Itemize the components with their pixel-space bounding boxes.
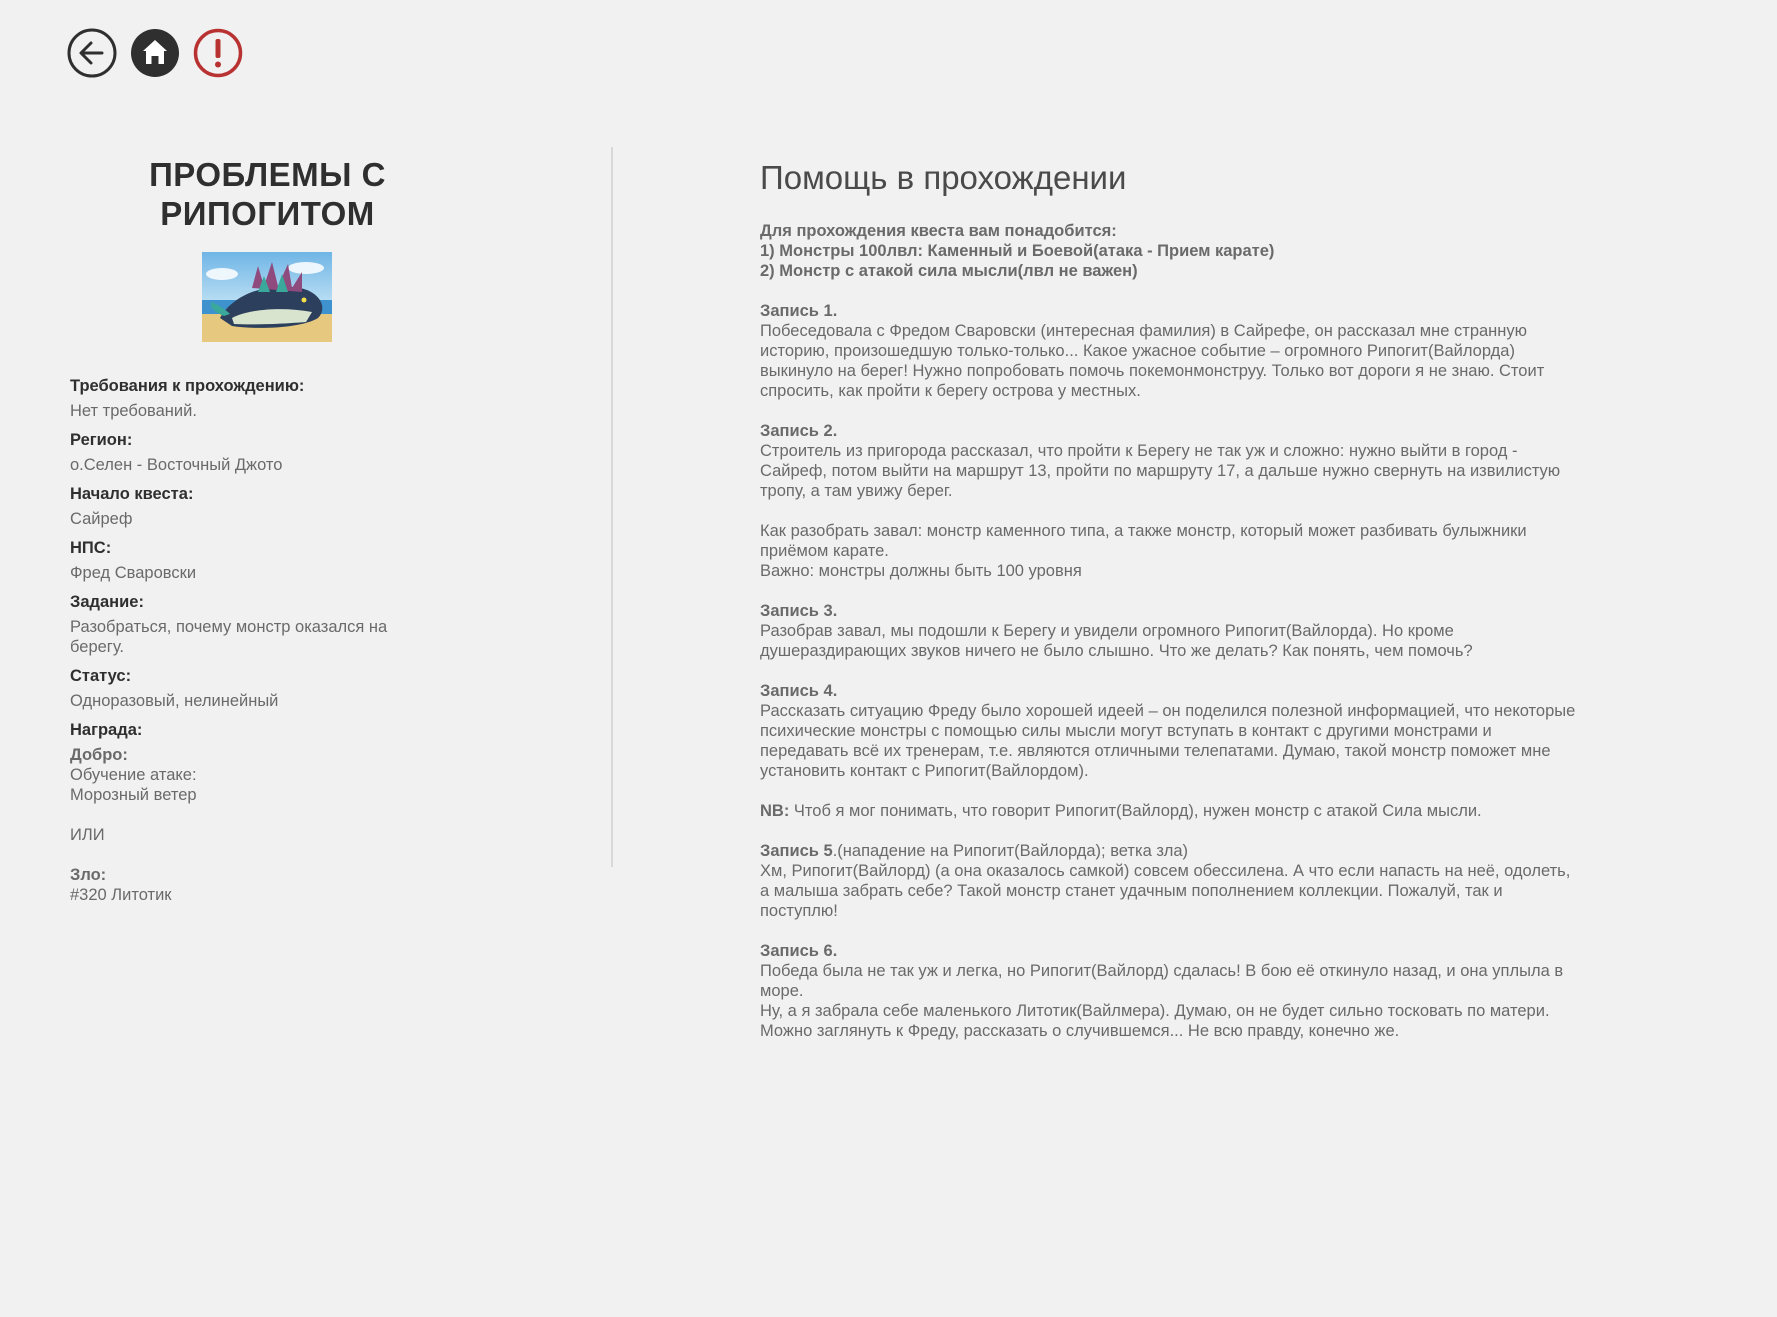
walkthrough-title: Помощь в прохождении bbox=[760, 159, 1127, 196]
info-label: Статус: bbox=[70, 667, 132, 685]
reward-good-line1: Обучение атаке: bbox=[70, 766, 197, 784]
quest-title: ПРОБЛЕМЫ С РИПОГИТОМ bbox=[70, 155, 465, 233]
clear-rubble-note: Как разобрать завал: монстр каменного ти… bbox=[760, 521, 1580, 581]
entry-label: Запись 2. bbox=[760, 422, 838, 440]
info-region: Регион: о.Селен - Восточный Джото bbox=[70, 430, 470, 475]
entry-text: Хм, Рипогит(Вайлорд) (а она оказалось са… bbox=[760, 862, 1571, 920]
info-requirements: Требования к прохождению: Нет требований… bbox=[70, 376, 470, 421]
nb-label: NB: bbox=[760, 802, 790, 820]
quest-title-line1: ПРОБЛЕМЫ С bbox=[149, 156, 386, 193]
reward-label: Награда: bbox=[70, 721, 143, 739]
quest-info-column: ПРОБЛЕМЫ С РИПОГИТОМ Требования к прохож… bbox=[70, 155, 470, 914]
info-label: Регион: bbox=[70, 431, 133, 449]
info-task: Задание: Разобраться, почему монстр оказ… bbox=[70, 592, 470, 657]
quest-monster-image bbox=[202, 252, 332, 342]
info-reward: Награда: Добро: Обучение атаке: Морозный… bbox=[70, 720, 470, 905]
nb-note: NB: Чтоб я мог понимать, что говорит Рип… bbox=[760, 801, 1580, 821]
requirement-item: 2) Монстр с атакой сила мысли(лвл не важ… bbox=[760, 262, 1138, 280]
reward-or: ИЛИ bbox=[70, 826, 105, 844]
top-nav bbox=[67, 28, 243, 78]
info-label: Начало квеста: bbox=[70, 485, 194, 503]
note-important: Важно: монстры должны быть 100 уровня bbox=[760, 562, 1082, 580]
info-label: НПС: bbox=[70, 539, 112, 557]
arrow-left-circle-icon bbox=[67, 28, 117, 78]
entry-text: Строитель из пригорода рассказал, что пр… bbox=[760, 442, 1561, 500]
entry-label: Запись 4. bbox=[760, 682, 838, 700]
quest-info-list: Требования к прохождению: Нет требований… bbox=[70, 376, 470, 905]
entry-text: Победа была не так уж и легка, но Рипоги… bbox=[760, 962, 1564, 1000]
entry-label-line: Запись 5.(нападение на Рипогит(Вайлорда)… bbox=[760, 841, 1580, 861]
info-value: Разобраться, почему монстр оказался на б… bbox=[70, 618, 388, 656]
info-label: Задание: bbox=[70, 593, 144, 611]
entry-text: Ну, а я забрала себе маленького Литотик(… bbox=[760, 1002, 1550, 1040]
info-value: Сайреф bbox=[70, 510, 133, 528]
entry-label-suffix: .(нападение на Рипогит(Вайлорда); ветка … bbox=[832, 842, 1189, 860]
info-value: Фред Сваровски bbox=[70, 564, 197, 582]
report-button[interactable] bbox=[193, 28, 243, 78]
reward-good-line2: Морозный ветер bbox=[70, 786, 197, 804]
info-npc: НПС: Фред Сваровски bbox=[70, 538, 470, 583]
home-button[interactable] bbox=[130, 28, 180, 78]
entry-label: Запись 5 bbox=[760, 842, 833, 860]
requirement-item: 1) Монстры 100лвл: Каменный и Боевой(ата… bbox=[760, 242, 1275, 260]
requirements-block: Для прохождения квеста вам понадобится: … bbox=[760, 221, 1580, 281]
reward-evil-label: Зло: bbox=[70, 866, 107, 884]
info-value: Нет требований. bbox=[70, 402, 197, 420]
info-value: о.Селен - Восточный Джото bbox=[70, 456, 283, 474]
journal-entry-4: Запись 4. Рассказать ситуацию Фреду было… bbox=[760, 681, 1580, 781]
info-status: Статус: Одноразовый, нелинейный bbox=[70, 666, 470, 711]
entry-text: Рассказать ситуацию Фреду было хорошей и… bbox=[760, 702, 1576, 780]
walkthrough-column: Помощь в прохождении Для прохождения кве… bbox=[760, 159, 1580, 1041]
journal-entry-6: Запись 6. Победа была не так уж и легка,… bbox=[760, 941, 1580, 1041]
entry-label: Запись 6. bbox=[760, 942, 838, 960]
nb-text: Чтоб я мог понимать, что говорит Рипогит… bbox=[789, 802, 1482, 820]
back-button[interactable] bbox=[67, 28, 117, 78]
info-start: Начало квеста: Сайреф bbox=[70, 484, 470, 529]
entry-label: Запись 1. bbox=[760, 302, 838, 320]
exclamation-circle-icon bbox=[193, 28, 243, 78]
reward-good-label: Добро: bbox=[70, 746, 128, 764]
quest-title-line2: РИПОГИТОМ bbox=[160, 195, 375, 232]
entry-label: Запись 3. bbox=[760, 602, 838, 620]
info-label: Требования к прохождению: bbox=[70, 377, 305, 395]
home-icon bbox=[131, 29, 179, 77]
requirements-heading: Для прохождения квеста вам понадобится: bbox=[760, 222, 1117, 240]
column-divider bbox=[611, 147, 613, 867]
journal-entry-1: Запись 1. Побеседовала с Фредом Сваровск… bbox=[760, 301, 1580, 401]
journal-entry-2: Запись 2. Строитель из пригорода рассказ… bbox=[760, 421, 1580, 501]
note-text: Как разобрать завал: монстр каменного ти… bbox=[760, 522, 1527, 560]
journal-entry-3: Запись 3. Разобрав завал, мы подошли к Б… bbox=[760, 601, 1580, 661]
entry-text: Побеседовала с Фредом Сваровски (интерес… bbox=[760, 322, 1545, 400]
info-value: Одноразовый, нелинейный bbox=[70, 692, 279, 710]
nb-line: NB: Чтоб я мог понимать, что говорит Рип… bbox=[760, 801, 1580, 821]
entry-text: Разобрав завал, мы подошли к Берегу и ув… bbox=[760, 622, 1473, 660]
reward-evil-value: #320 Литотик bbox=[70, 886, 172, 904]
journal-entry-5: Запись 5.(нападение на Рипогит(Вайлорда)… bbox=[760, 841, 1580, 921]
